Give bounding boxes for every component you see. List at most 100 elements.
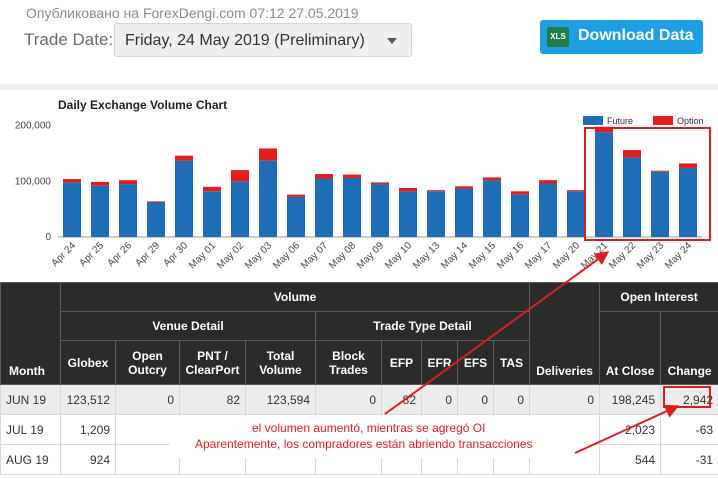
group-trade-type-detail: Trade Type Detail (314, 311, 531, 341)
bar-option (455, 186, 473, 189)
col-efs: EFS (457, 340, 494, 385)
group-open-interest: Open Interest (599, 282, 718, 312)
x-tick-label: May 23 (635, 240, 666, 271)
cell-at-close: 544 (599, 444, 662, 475)
bar-option (203, 186, 221, 192)
bar-future (399, 191, 417, 237)
bar-option (399, 187, 417, 192)
annotation-line-1: el volumen aumentó, mientras se agregó O… (252, 421, 486, 435)
trade-date-value: Friday, 24 May 2019 (Preliminary) (125, 32, 365, 49)
x-tick-label: May 08 (327, 240, 358, 271)
x-tick-label: May 01 (187, 240, 218, 271)
x-tick-label: May 07 (299, 240, 330, 271)
cell-block-trades: 0 (315, 384, 382, 415)
cell-change: -63 (660, 414, 718, 445)
legend-label-option: Option (677, 116, 704, 126)
cell-efs: 0 (457, 384, 494, 415)
bar-future (539, 183, 557, 237)
daily-volume-chart: Daily Exchange Volume Chart 0 100,000 200,0… (15, 98, 711, 271)
bar-future (483, 180, 501, 237)
cell-globex: 924 (60, 444, 116, 475)
col-globex: Globex (60, 340, 116, 385)
bar-future (315, 178, 333, 237)
bar-option (567, 190, 585, 192)
bar-future (203, 191, 221, 237)
cell-change: -31 (660, 444, 718, 475)
x-tick-label: Apr 30 (162, 240, 191, 269)
bar-option (679, 163, 697, 168)
bar-option (343, 174, 361, 178)
bar-option (91, 181, 109, 186)
legend-swatch-future (583, 116, 603, 125)
x-tick-label: May 09 (355, 240, 386, 271)
bar-option (259, 148, 277, 161)
cell-at-close: 2,023 (599, 414, 662, 445)
trade-date-select[interactable]: Friday, 24 May 2019 (Preliminary) (114, 23, 412, 57)
bar-future (343, 177, 361, 237)
bar-option (231, 170, 249, 182)
bar-option (483, 177, 501, 181)
x-tick-label: May 02 (215, 240, 246, 271)
cell-month: JUL 19 (0, 414, 61, 445)
col-month: Month (0, 282, 61, 385)
x-tick-label: May 20 (551, 240, 582, 271)
col-block-trades: Block Trades (315, 340, 382, 385)
bar-future (175, 160, 193, 237)
chart-title: Daily Exchange Volume Chart (58, 98, 227, 112)
group-volume: Volume (59, 282, 531, 312)
bar-future (91, 185, 109, 237)
cell-tas: 0 (492, 384, 531, 415)
bar-option (539, 180, 557, 184)
bar-future (231, 181, 249, 237)
x-tick-label: May 22 (607, 240, 638, 271)
bar-future (427, 191, 445, 237)
col-deliveries: Deliveries (529, 282, 601, 385)
x-tick-label: May 14 (439, 240, 470, 271)
bar-option (119, 180, 137, 185)
col-total-volume: Total Volume (245, 340, 316, 385)
cell-efp: 82 (381, 384, 422, 415)
cell-open-outcry: 0 (115, 384, 180, 415)
x-tick-label: May 06 (271, 240, 302, 271)
header-bar: Опубликовано на ForexDengi.com 07:12 27.… (0, 0, 718, 84)
bar-future (259, 160, 277, 237)
bar-option (287, 194, 305, 197)
x-tick-label: May 16 (495, 240, 526, 271)
bar-future (511, 194, 529, 237)
cell-at-close: 198,245 (599, 384, 662, 415)
bar-future (455, 188, 473, 237)
x-tick-label: May 10 (383, 240, 414, 271)
x-tick-label: May 24 (663, 240, 694, 271)
cell-globex: 1,209 (60, 414, 116, 445)
table-row: JUN 19 123,512 0 82 123,594 0 82 0 0 0 0… (0, 384, 718, 415)
annotation-line-2: Aparentemente, los compradores están abr… (195, 437, 533, 451)
col-pnt-clearport: PNT / ClearPort (179, 340, 246, 385)
x-tick-label: Apr 29 (134, 240, 163, 269)
x-tick-label: May 03 (243, 240, 274, 271)
bar-option (651, 170, 669, 172)
bar-option (511, 191, 529, 195)
bar-option (63, 179, 81, 183)
y-tick-label: 0 (45, 232, 51, 243)
trade-date-label: Trade Date: (24, 30, 114, 49)
bar-option (315, 174, 333, 179)
bar-future (371, 184, 389, 237)
cell-efr: 0 (421, 384, 458, 415)
x-tick-label: May 15 (467, 240, 498, 271)
col-tas: TAS (492, 340, 531, 385)
x-tick-label: Apr 25 (78, 240, 107, 269)
bar-option (623, 150, 641, 158)
y-tick-label: 200,000 (15, 121, 52, 132)
chevron-down-icon (387, 38, 397, 44)
col-at-close: At Close (599, 311, 662, 385)
col-change: Change (660, 311, 718, 385)
download-data-button[interactable]: XLS Download Data (540, 20, 703, 54)
x-tick-label: Apr 26 (106, 240, 135, 269)
bar-future (63, 182, 81, 237)
cell-pnt-clearport: 82 (179, 384, 246, 415)
legend-label-future: Future (607, 116, 633, 126)
bar-future (119, 184, 137, 237)
group-venue-detail: Venue Detail (60, 311, 316, 341)
x-tick-label: May 13 (411, 240, 442, 271)
cell-month: JUN 19 (0, 384, 61, 415)
